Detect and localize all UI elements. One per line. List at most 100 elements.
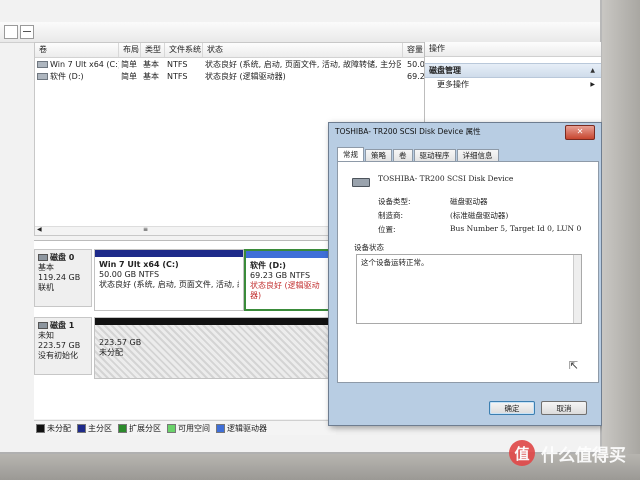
toolbar xyxy=(0,22,600,43)
monitor-bezel-right xyxy=(602,0,640,480)
prop-value: Bus Number 5, Target Id 0, LUN 0 xyxy=(450,224,582,233)
table-row[interactable]: 软件 (D:) 简单 基本 NTFS 状态良好 (逻辑驱动器) 69.2 xyxy=(35,71,425,83)
prop-device-type: 设备类型: 磁盘驱动器 xyxy=(378,196,488,207)
legend-label: 可用空间 xyxy=(178,423,210,433)
partition-primary-bar xyxy=(95,250,243,257)
legend-item: 扩展分区 xyxy=(118,423,161,434)
prop-location: 位置: Bus Number 5, Target Id 0, LUN 0 xyxy=(378,224,581,235)
dialog-title: TOSHIBA- TR200 SCSI Disk Device 属性 xyxy=(335,127,481,136)
partition-size: 50.00 GB NTFS xyxy=(99,270,160,279)
monitor-screen: 卷 布局 类型 文件系统 状态 容量 Win 7 Ult x64 (C:) 简单… xyxy=(0,0,602,454)
prop-value: (标准磁盘驱动器) xyxy=(450,211,509,220)
device-status-label: 设备状态 xyxy=(354,243,384,252)
properties-dialog: TOSHIBA- TR200 SCSI Disk Device 属性 ✕ 常规 … xyxy=(328,122,602,426)
table-row[interactable]: Win 7 Ult x64 (C:) 简单 基本 NTFS 状态良好 (系统, … xyxy=(35,59,425,71)
partition-status: 状态良好 (逻辑驱动器) xyxy=(250,281,320,300)
partition-name: 软件 (D:) xyxy=(250,261,286,270)
volume-status: 状态良好 (系统, 启动, 页面文件, 活动, 故障转储, 主分区) xyxy=(205,60,401,69)
cancel-button[interactable]: 取消 xyxy=(541,401,587,415)
legend-swatch xyxy=(36,423,45,433)
partition-name: Win 7 Ult x64 (C:) xyxy=(99,260,179,269)
disk-type: 未知 xyxy=(38,331,54,340)
volume-layout: 简单 xyxy=(121,60,137,69)
legend: 未分配 主分区 扩展分区 可用空间 逻辑驱动器 xyxy=(34,420,336,435)
prop-label: 设备类型: xyxy=(378,197,411,206)
legend-label: 扩展分区 xyxy=(129,423,161,433)
partition-c[interactable]: Win 7 Ult x64 (C:) 50.00 GB NTFS 状态良好 (系… xyxy=(94,249,244,311)
col-volume[interactable]: 卷 xyxy=(35,43,119,57)
volume-fs: NTFS xyxy=(167,72,188,81)
disk-type: 基本 xyxy=(38,263,54,272)
legend-swatch xyxy=(118,423,127,433)
col-layout[interactable]: 布局 xyxy=(119,43,141,57)
legend-item: 未分配 xyxy=(36,423,71,434)
toolbar-minus-button[interactable] xyxy=(20,25,34,39)
actions-header: 操作 xyxy=(425,42,601,57)
tab-general[interactable]: 常规 xyxy=(337,147,364,162)
prop-label: 制造商: xyxy=(378,211,404,220)
disk-state: 联机 xyxy=(38,283,54,292)
watermark-logo-icon: 值 xyxy=(509,440,535,466)
device-name: TOSHIBA- TR200 SCSI Disk Device xyxy=(378,174,514,183)
legend-swatch xyxy=(77,423,86,433)
volume-status: 状态良好 (逻辑驱动器) xyxy=(205,72,286,81)
disk-0-label[interactable]: 磁盘 0 基本 119.24 GB 联机 xyxy=(34,249,92,307)
device-status-box[interactable]: 这个设备运转正常。 xyxy=(356,254,582,324)
col-type[interactable]: 类型 xyxy=(141,43,165,57)
disk-drive-icon xyxy=(352,178,370,187)
actions-more-item[interactable]: 更多操作 xyxy=(425,78,601,91)
volume-name: Win 7 Ult x64 (C:) xyxy=(50,60,119,69)
toolbar-view-button[interactable] xyxy=(4,25,18,39)
scroll-thumb-grip-icon[interactable]: ≡ xyxy=(143,226,148,233)
mouse-cursor-icon: ⇱ xyxy=(569,359,579,372)
legend-swatch xyxy=(216,423,225,433)
disk-name: 磁盘 1 xyxy=(50,321,75,330)
partition-d[interactable]: 软件 (D:) 69.23 GB NTFS 状态良好 (逻辑驱动器) xyxy=(244,249,334,311)
disk-uninitialized-icon xyxy=(38,322,48,329)
col-capacity[interactable]: 容量 xyxy=(403,43,425,57)
prop-label: 位置: xyxy=(378,225,396,234)
ok-button[interactable]: 确定 xyxy=(489,401,535,415)
volume-list-header: 卷 布局 类型 文件系统 状态 容量 xyxy=(35,43,425,58)
prop-value: 磁盘驱动器 xyxy=(450,197,488,206)
dialog-tabs: 常规 策略 卷 驱动程序 详细信息 xyxy=(337,147,500,162)
partition-unallocated[interactable]: 223.57 GB 未分配 xyxy=(94,317,334,379)
close-icon[interactable]: ✕ xyxy=(565,125,595,140)
disk-name: 磁盘 0 xyxy=(50,253,75,262)
disk-map: 磁盘 0 基本 119.24 GB 联机 Win 7 Ult x64 (C:) … xyxy=(34,240,334,419)
col-status[interactable]: 状态 xyxy=(203,43,403,57)
col-fs[interactable]: 文件系统 xyxy=(165,43,203,57)
legend-label: 主分区 xyxy=(88,423,112,433)
actions-section-disk-management[interactable]: 磁盘管理 xyxy=(425,63,601,78)
partition-size: 69.23 GB NTFS xyxy=(250,271,311,280)
legend-item: 逻辑驱动器 xyxy=(216,423,267,434)
volume-type: 基本 xyxy=(143,60,159,69)
legend-item: 主分区 xyxy=(77,423,112,434)
partition-status: 状态良好 (系统, 启动, 页面文件, 活动, 故障转储, 主分区) xyxy=(99,280,239,289)
partition-logical-bar xyxy=(246,251,332,258)
disk-size: 119.24 GB xyxy=(38,273,81,282)
legend-item: 可用空间 xyxy=(167,423,210,434)
volume-icon xyxy=(37,61,48,68)
disk-size: 223.57 GB xyxy=(38,341,81,350)
prop-manufacturer: 制造商: (标准磁盘驱动器) xyxy=(378,210,508,221)
disk-1-label[interactable]: 磁盘 1 未知 223.57 GB 没有初始化 xyxy=(34,317,92,375)
partition-unallocated-bar xyxy=(95,318,333,325)
volume-capacity: 69.2 xyxy=(407,72,425,81)
watermark-text: 什么值得买 xyxy=(541,445,626,466)
legend-swatch xyxy=(167,423,176,433)
partition-size: 223.57 GB xyxy=(99,338,142,347)
disk-icon xyxy=(38,254,48,261)
disk-state: 没有初始化 xyxy=(38,351,78,360)
scroll-left-icon[interactable]: ◀ xyxy=(37,226,42,233)
dialog-body: TOSHIBA- TR200 SCSI Disk Device 设备类型: 磁盘驱… xyxy=(337,161,599,383)
legend-label: 未分配 xyxy=(47,423,71,433)
volume-layout: 简单 xyxy=(121,72,137,81)
partition-status: 未分配 xyxy=(99,348,123,357)
watermark: 值 什么值得买 xyxy=(509,440,626,466)
volume-type: 基本 xyxy=(143,72,159,81)
volume-fs: NTFS xyxy=(167,60,188,69)
volume-name: 软件 (D:) xyxy=(50,72,84,81)
legend-label: 逻辑驱动器 xyxy=(227,423,267,433)
volume-icon xyxy=(37,73,48,80)
